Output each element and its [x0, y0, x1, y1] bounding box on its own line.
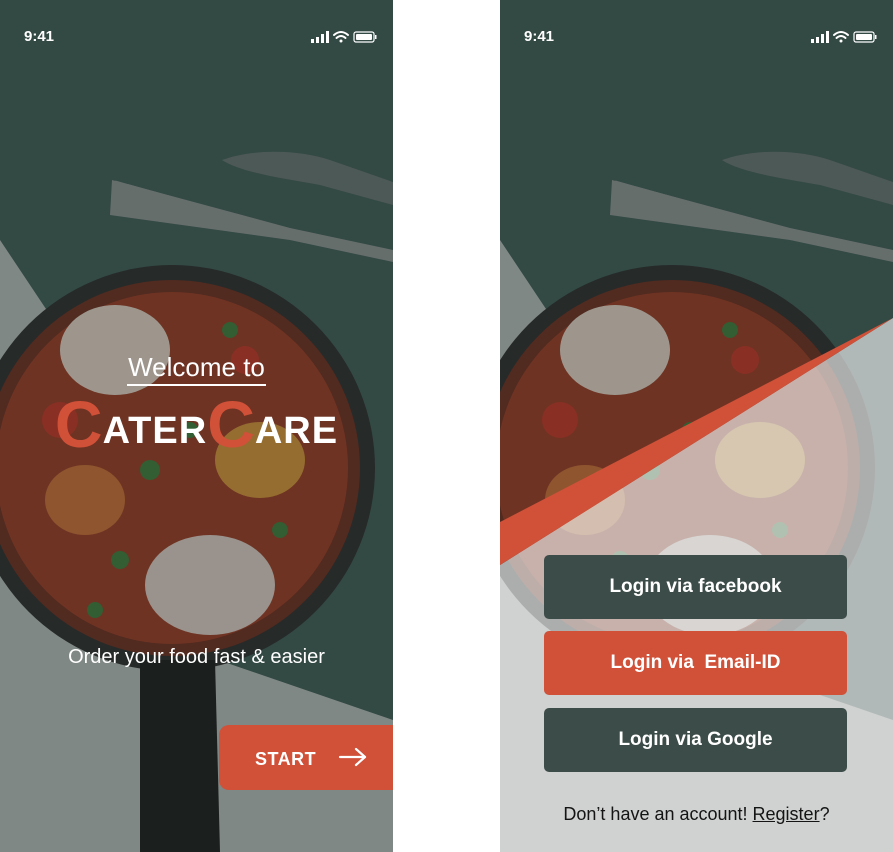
arrow-right-icon — [338, 747, 367, 767]
status-bar: 9:41 — [0, 0, 393, 60]
brand-part-ater: ATER — [102, 410, 208, 452]
brand-initial-c2: C — [207, 387, 255, 461]
welcome-text: Welcome to — [127, 352, 266, 386]
battery-icon — [853, 31, 877, 43]
login-email-button[interactable]: Login via Email-ID — [544, 631, 847, 695]
start-button[interactable]: START — [219, 725, 393, 790]
register-prompt-text: Don’t have an account! — [563, 804, 753, 824]
status-time: 9:41 — [524, 28, 555, 45]
wifi-icon — [833, 31, 849, 43]
tagline: Order your food fast & easier — [68, 646, 325, 668]
status-icons — [811, 30, 879, 49]
welcome-heading: Welcome to — [0, 352, 393, 386]
signal-icon — [811, 31, 829, 43]
signal-icon — [311, 31, 329, 43]
brand-part-are: ARE — [254, 410, 339, 452]
login-screen: 9:41 Login via facebook Login via Email-… — [500, 0, 893, 852]
brand-initial-c: C — [54, 387, 103, 461]
start-label: START — [255, 749, 317, 769]
login-facebook-button[interactable]: Login via facebook — [544, 555, 847, 619]
brand-logo: CATERCARE — [0, 386, 393, 462]
register-prompt-line: Don’t have an account! Register? — [500, 804, 893, 825]
status-icons — [311, 30, 379, 49]
login-google-button[interactable]: Login via Google — [544, 708, 847, 772]
wifi-icon — [333, 31, 349, 43]
status-time: 9:41 — [24, 28, 55, 45]
register-link[interactable]: Register — [753, 804, 820, 824]
battery-icon — [353, 31, 377, 43]
status-bar: 9:41 — [500, 0, 893, 60]
welcome-screen: 9:41 Welcome to CATERCARE Order your foo… — [0, 0, 393, 852]
register-suffix: ? — [819, 804, 830, 824]
